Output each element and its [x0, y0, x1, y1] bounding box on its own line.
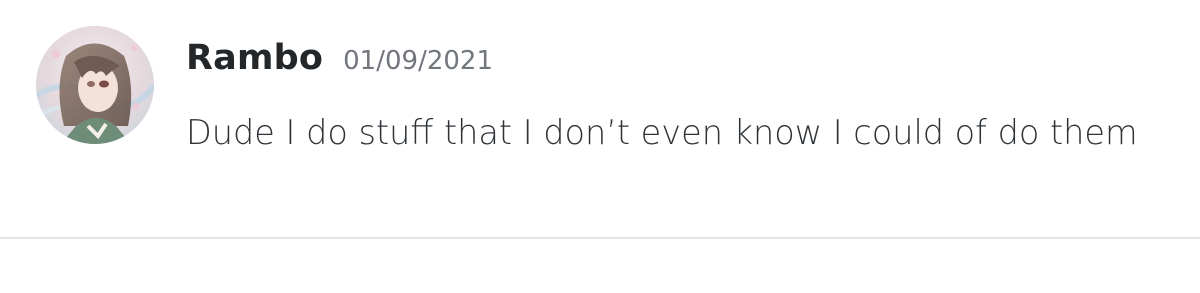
message-content: Dude I do stuff that I don’t even know I…: [186, 113, 1138, 152]
username[interactable]: Rambo: [186, 38, 323, 78]
message-header: Rambo 01/09/2021: [186, 38, 493, 84]
chat-message: Rambo 01/09/2021 Dude I do stuff that I d…: [0, 0, 1200, 238]
message-divider: [0, 237, 1200, 239]
avatar-image: [36, 26, 154, 144]
timestamp: 01/09/2021: [343, 46, 493, 76]
user-avatar[interactable]: [36, 26, 154, 144]
